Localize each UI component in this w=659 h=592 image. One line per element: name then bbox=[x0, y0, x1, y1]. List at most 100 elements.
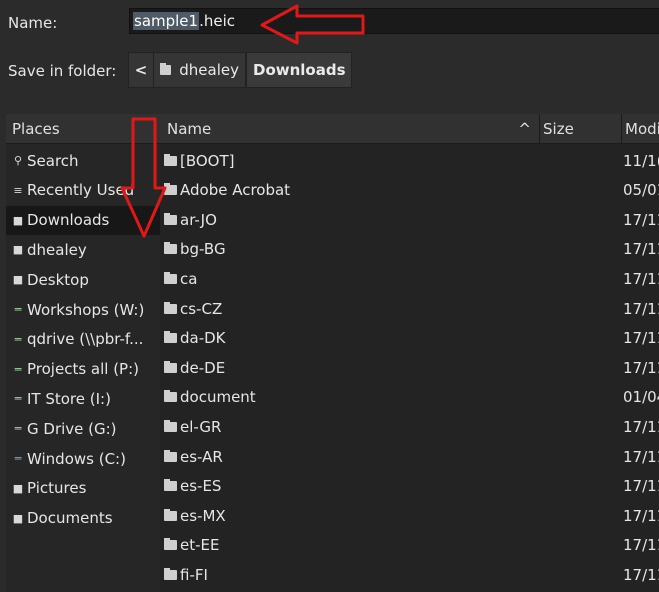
folder-icon: ■ bbox=[12, 511, 24, 525]
file-row[interactable]: ar-JO 17/11 bbox=[160, 205, 659, 234]
file-row[interactable]: et-EE 17/11 bbox=[160, 531, 659, 560]
breadcrumb-dhealey[interactable]: dhealey bbox=[153, 52, 246, 88]
file-row[interactable]: document 01/04 bbox=[160, 383, 659, 412]
place-item[interactable]: ═ Windows (C:) bbox=[6, 444, 160, 473]
recent-icon: ≡ bbox=[13, 183, 23, 197]
place-item[interactable]: ⚲ Search bbox=[6, 146, 160, 175]
folder-icon bbox=[164, 538, 177, 551]
place-item[interactable]: ■ Pictures bbox=[6, 474, 160, 503]
place-item[interactable]: ■ Documents bbox=[6, 504, 160, 533]
save-in-folder-label: Save in folder: bbox=[8, 62, 117, 80]
file-name: ar-JO bbox=[180, 210, 217, 229]
column-header-modified[interactable]: Modi bbox=[622, 114, 659, 144]
file-name: document bbox=[180, 388, 256, 407]
column-header-name[interactable]: Name ^ bbox=[160, 114, 540, 144]
folder-icon bbox=[164, 419, 177, 432]
file-name: bg-BG bbox=[180, 240, 226, 259]
folder-icon bbox=[164, 360, 177, 373]
file-modified: 17/11 bbox=[623, 299, 659, 318]
file-modified: 17/11 bbox=[623, 477, 659, 496]
breadcrumb-back-button[interactable]: < bbox=[128, 52, 154, 88]
file-modified: 01/04 bbox=[623, 388, 659, 407]
place-label: dhealey bbox=[27, 240, 87, 259]
file-modified: 17/11 bbox=[623, 210, 659, 229]
file-name-cell: bg-BG bbox=[164, 240, 226, 258]
file-modified: 11/1( bbox=[623, 151, 659, 170]
file-row[interactable]: el-GR 17/11 bbox=[160, 412, 659, 441]
file-modified: 17/11 bbox=[623, 329, 659, 348]
file-row[interactable]: ca 17/11 bbox=[160, 264, 659, 293]
file-name-cell: cs-CZ bbox=[164, 300, 222, 318]
file-modified: 17/11 bbox=[623, 536, 659, 555]
file-name: de-DE bbox=[180, 358, 226, 377]
places-sidebar: Places ⚲ Search ≡ Recently Used ■ Downloads ■ d… bbox=[6, 114, 161, 592]
file-row[interactable]: de-DE 17/11 bbox=[160, 353, 659, 382]
file-modified: 17/11 bbox=[623, 506, 659, 525]
file-modified: 17/11 bbox=[623, 447, 659, 466]
file-row[interactable]: [BOOT] 11/1( bbox=[160, 146, 659, 175]
file-row[interactable]: es-MX 17/11 bbox=[160, 501, 659, 530]
file-row[interactable]: es-ES 17/11 bbox=[160, 472, 659, 501]
file-name-cell: Adobe Acrobat bbox=[164, 181, 290, 199]
place-item[interactable]: ■ Desktop bbox=[6, 265, 160, 294]
column-name-label: Name bbox=[167, 119, 212, 138]
file-name: ca bbox=[180, 269, 198, 288]
file-name-cell: ar-JO bbox=[164, 211, 217, 229]
file-row[interactable]: Adobe Acrobat 05/01 bbox=[160, 176, 659, 205]
file-name-cell: de-DE bbox=[164, 359, 225, 377]
file-row[interactable]: bg-BG 17/11 bbox=[160, 235, 659, 264]
place-item[interactable]: ═ Workshops (W:) bbox=[6, 295, 160, 324]
place-label: Recently Used bbox=[27, 181, 135, 200]
file-name: Adobe Acrobat bbox=[180, 181, 291, 200]
folder-icon: ■ bbox=[12, 213, 24, 227]
file-modified: 17/11 bbox=[623, 240, 659, 259]
filename-extension: .heic bbox=[199, 12, 236, 30]
file-name: es-ES bbox=[180, 477, 222, 496]
file-name-cell: el-GR bbox=[164, 418, 221, 436]
folder-icon bbox=[164, 331, 177, 344]
place-item[interactable]: ≡ Recently Used bbox=[6, 176, 160, 205]
place-item[interactable]: ═ G Drive (G:) bbox=[6, 414, 160, 443]
folder-icon bbox=[164, 508, 177, 521]
folder-icon bbox=[164, 212, 177, 225]
file-name: da-DK bbox=[180, 329, 226, 348]
file-modified: 17/11 bbox=[623, 269, 659, 288]
place-item[interactable]: ═ qdrive (\\pbr-f... bbox=[6, 325, 160, 354]
place-label: Pictures bbox=[27, 479, 87, 498]
column-header-size[interactable]: Size bbox=[540, 114, 622, 144]
folder-icon bbox=[164, 479, 177, 492]
file-name-cell: document bbox=[164, 388, 256, 406]
file-name-cell: es-AR bbox=[164, 448, 223, 466]
folder-icon bbox=[164, 183, 177, 196]
place-label: Windows (C:) bbox=[27, 449, 126, 468]
file-modified: 17/11 bbox=[623, 565, 659, 584]
file-name: el-GR bbox=[180, 417, 222, 436]
place-item[interactable]: ■ dhealey bbox=[6, 235, 160, 264]
place-label: Projects all (P:) bbox=[27, 360, 140, 379]
file-name: et-EE bbox=[180, 536, 220, 555]
file-row[interactable]: cs-CZ 17/11 bbox=[160, 294, 659, 323]
file-name-cell: fi-FI bbox=[164, 566, 208, 584]
place-label: qdrive (\\pbr-f... bbox=[27, 330, 144, 349]
breadcrumb-label: dhealey bbox=[179, 61, 239, 79]
place-item[interactable]: ■ Downloads bbox=[6, 205, 160, 235]
file-modified: 17/11 bbox=[623, 358, 659, 377]
place-item[interactable]: ═ Projects all (P:) bbox=[6, 355, 160, 384]
file-row[interactable]: da-DK 17/11 bbox=[160, 324, 659, 353]
folder-icon bbox=[164, 449, 177, 462]
file-name: [BOOT] bbox=[180, 151, 235, 170]
name-label: Name: bbox=[8, 14, 58, 32]
place-item[interactable]: ═ IT Store (I:) bbox=[6, 384, 160, 413]
file-row[interactable]: es-AR 17/11 bbox=[160, 442, 659, 471]
filename-input[interactable]: sample1.heic bbox=[129, 8, 659, 34]
file-name-cell: es-MX bbox=[164, 507, 226, 525]
place-label: G Drive (G:) bbox=[27, 419, 117, 438]
breadcrumb-downloads[interactable]: Downloads bbox=[246, 52, 352, 88]
network-drive-icon: ═ bbox=[14, 392, 22, 406]
file-row[interactable]: fi-FI 17/11 bbox=[160, 560, 659, 589]
folder-icon bbox=[164, 271, 177, 284]
file-list: Name ^ Size Modi [BOOT] 11/1( Adobe Acroba… bbox=[160, 114, 659, 592]
file-name-cell: et-EE bbox=[164, 536, 219, 554]
network-drive-icon: ═ bbox=[14, 422, 22, 436]
file-name-cell: [BOOT] bbox=[164, 152, 235, 170]
